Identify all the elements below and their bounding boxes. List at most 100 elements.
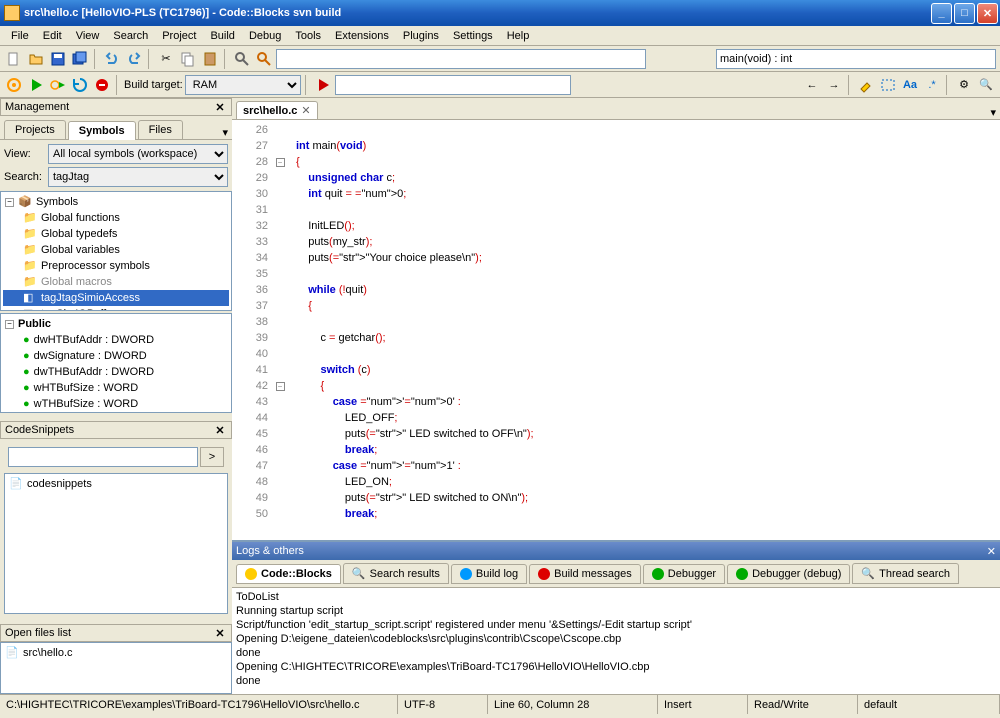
codesnippets-go-button[interactable]: > xyxy=(200,447,224,467)
maximize-button[interactable]: □ xyxy=(954,3,975,24)
public-tree[interactable]: −Public ●dwHTBufAddr : DWORD ●dwSignatur… xyxy=(0,313,232,413)
menu-settings[interactable]: Settings xyxy=(446,28,500,44)
build-run-button[interactable] xyxy=(48,75,68,95)
find-button[interactable] xyxy=(232,49,252,69)
open-files-close-icon[interactable]: ✕ xyxy=(213,626,227,640)
build-button[interactable] xyxy=(4,75,24,95)
thread-icon: 🔍 xyxy=(861,567,875,580)
menu-plugins[interactable]: Plugins xyxy=(396,28,446,44)
symbol-lookup-input[interactable] xyxy=(716,49,996,69)
logs-body[interactable]: ToDoListRunning startup scriptScript/fun… xyxy=(232,588,1000,694)
menu-edit[interactable]: Edit xyxy=(36,28,69,44)
search-select[interactable]: tagJtag xyxy=(48,167,228,187)
status-path: C:\HIGHTEC\TRICORE\examples\TriBoard-TC1… xyxy=(0,695,398,714)
editor-tab-close-icon[interactable]: ✕ xyxy=(301,104,310,117)
tab-projects[interactable]: Projects xyxy=(4,120,66,139)
log-tab-debugger[interactable]: Debugger xyxy=(643,564,725,584)
code-editor[interactable]: 2627282930313233343536373839404142434445… xyxy=(232,120,1000,540)
folder-icon: 📁 xyxy=(23,211,37,225)
debugger2-icon xyxy=(736,568,748,580)
new-file-button[interactable] xyxy=(4,49,24,69)
open-file-button[interactable] xyxy=(26,49,46,69)
mgmt-chevron-icon[interactable]: ▾ xyxy=(222,126,228,139)
codesnippets-close-icon[interactable]: ✕ xyxy=(213,423,227,437)
tab-symbols[interactable]: Symbols xyxy=(68,121,136,140)
copy-button[interactable] xyxy=(178,49,198,69)
open-files-list[interactable]: 📄src\hello.c xyxy=(0,642,232,694)
log-tab-codeblocks[interactable]: Code::Blocks xyxy=(236,564,341,584)
logs-close-icon[interactable]: ✕ xyxy=(987,545,996,558)
debug-continue-button[interactable] xyxy=(313,75,333,95)
folder-icon: 📁 xyxy=(23,243,37,257)
tab-files[interactable]: Files xyxy=(138,120,183,139)
save-all-button[interactable] xyxy=(70,49,90,69)
abort-button[interactable] xyxy=(92,75,112,95)
log-tab-threadsearch[interactable]: 🔍Thread search xyxy=(852,563,959,584)
undo-button[interactable] xyxy=(102,49,122,69)
log-tab-debuggerdbg[interactable]: Debugger (debug) xyxy=(727,564,850,584)
management-close-icon[interactable]: ✕ xyxy=(213,100,227,114)
management-pane: Management ✕ Projects Symbols Files ▾ Vi… xyxy=(0,98,232,694)
selection-button[interactable] xyxy=(878,75,898,95)
search2-button[interactable]: 🔍 xyxy=(976,75,996,95)
redo-button[interactable] xyxy=(124,49,144,69)
menu-project[interactable]: Project xyxy=(155,28,203,44)
build-target-label: Build target: xyxy=(124,79,183,91)
log-tab-buildlog[interactable]: Build log xyxy=(451,564,527,584)
menu-extensions[interactable]: Extensions xyxy=(328,28,396,44)
menu-view[interactable]: View xyxy=(69,28,107,44)
toolbar-2: Build target: RAM ← → Aa .* ⚙ 🔍 xyxy=(0,72,1000,98)
management-title: Management ✕ xyxy=(0,98,232,116)
statusbar: C:\HIGHTEC\TRICORE\examples\TriBoard-TC1… xyxy=(0,694,1000,714)
menu-debug[interactable]: Debug xyxy=(242,28,288,44)
status-rw: Read/Write xyxy=(748,695,858,714)
editor-chevron-icon[interactable]: ▾ xyxy=(990,106,996,119)
run-button[interactable] xyxy=(26,75,46,95)
editor-area: src\hello.c ✕ ▾ 262728293031323334353637… xyxy=(232,98,1000,694)
struct-icon: ◧ xyxy=(23,291,37,305)
status-encoding: UTF-8 xyxy=(398,695,488,714)
symbols-root-icon: 📦 xyxy=(18,195,32,209)
cb-icon xyxy=(245,568,257,580)
menu-help[interactable]: Help xyxy=(500,28,537,44)
view-select[interactable]: All local symbols (workspace) xyxy=(48,144,228,164)
toolbar-1: ✂ xyxy=(0,46,1000,72)
close-button[interactable]: ✕ xyxy=(977,3,998,24)
open-files-title: Open files list ✕ xyxy=(0,624,232,642)
case-button[interactable]: Aa xyxy=(900,75,920,95)
debug-input[interactable] xyxy=(335,75,571,95)
paste-button[interactable] xyxy=(200,49,220,69)
code-content[interactable]: int main(void){ unsigned char c; int qui… xyxy=(288,120,1000,540)
log-tab-search[interactable]: 🔍Search results xyxy=(343,563,449,584)
status-position: Line 60, Column 28 xyxy=(488,695,658,714)
menu-build[interactable]: Build xyxy=(203,28,241,44)
var-icon: ● xyxy=(23,334,30,346)
status-insert: Insert xyxy=(658,695,748,714)
fold-gutter[interactable]: −− xyxy=(272,120,288,540)
nav-back-button[interactable]: ← xyxy=(802,75,822,95)
menu-search[interactable]: Search xyxy=(106,28,155,44)
replace-button[interactable] xyxy=(254,49,274,69)
highlight-button[interactable] xyxy=(856,75,876,95)
folder-icon: 📁 xyxy=(23,275,37,289)
regex-button[interactable]: .* xyxy=(922,75,942,95)
editor-tab-hello[interactable]: src\hello.c ✕ xyxy=(236,101,318,119)
build-target-select[interactable]: RAM xyxy=(185,75,301,95)
nav-fwd-button[interactable]: → xyxy=(824,75,844,95)
log-tab-buildmsg[interactable]: Build messages xyxy=(529,564,641,584)
struct-icon: ◧ xyxy=(23,307,37,311)
file-icon: 📄 xyxy=(5,646,19,660)
cut-button[interactable]: ✂ xyxy=(156,49,176,69)
quick-search-input[interactable] xyxy=(276,49,646,69)
codesnippets-search-input[interactable] xyxy=(8,447,198,467)
logs-title: Logs & others ✕ xyxy=(232,542,1000,560)
codesnippets-title: CodeSnippets ✕ xyxy=(0,421,232,439)
settings-button[interactable]: ⚙ xyxy=(954,75,974,95)
menu-file[interactable]: File xyxy=(4,28,36,44)
menu-tools[interactable]: Tools xyxy=(288,28,328,44)
symbols-tree[interactable]: −📦Symbols 📁Global functions 📁Global type… xyxy=(0,191,232,311)
minimize-button[interactable]: _ xyxy=(931,3,952,24)
search-icon: 🔍 xyxy=(352,567,366,580)
rebuild-button[interactable] xyxy=(70,75,90,95)
save-button[interactable] xyxy=(48,49,68,69)
